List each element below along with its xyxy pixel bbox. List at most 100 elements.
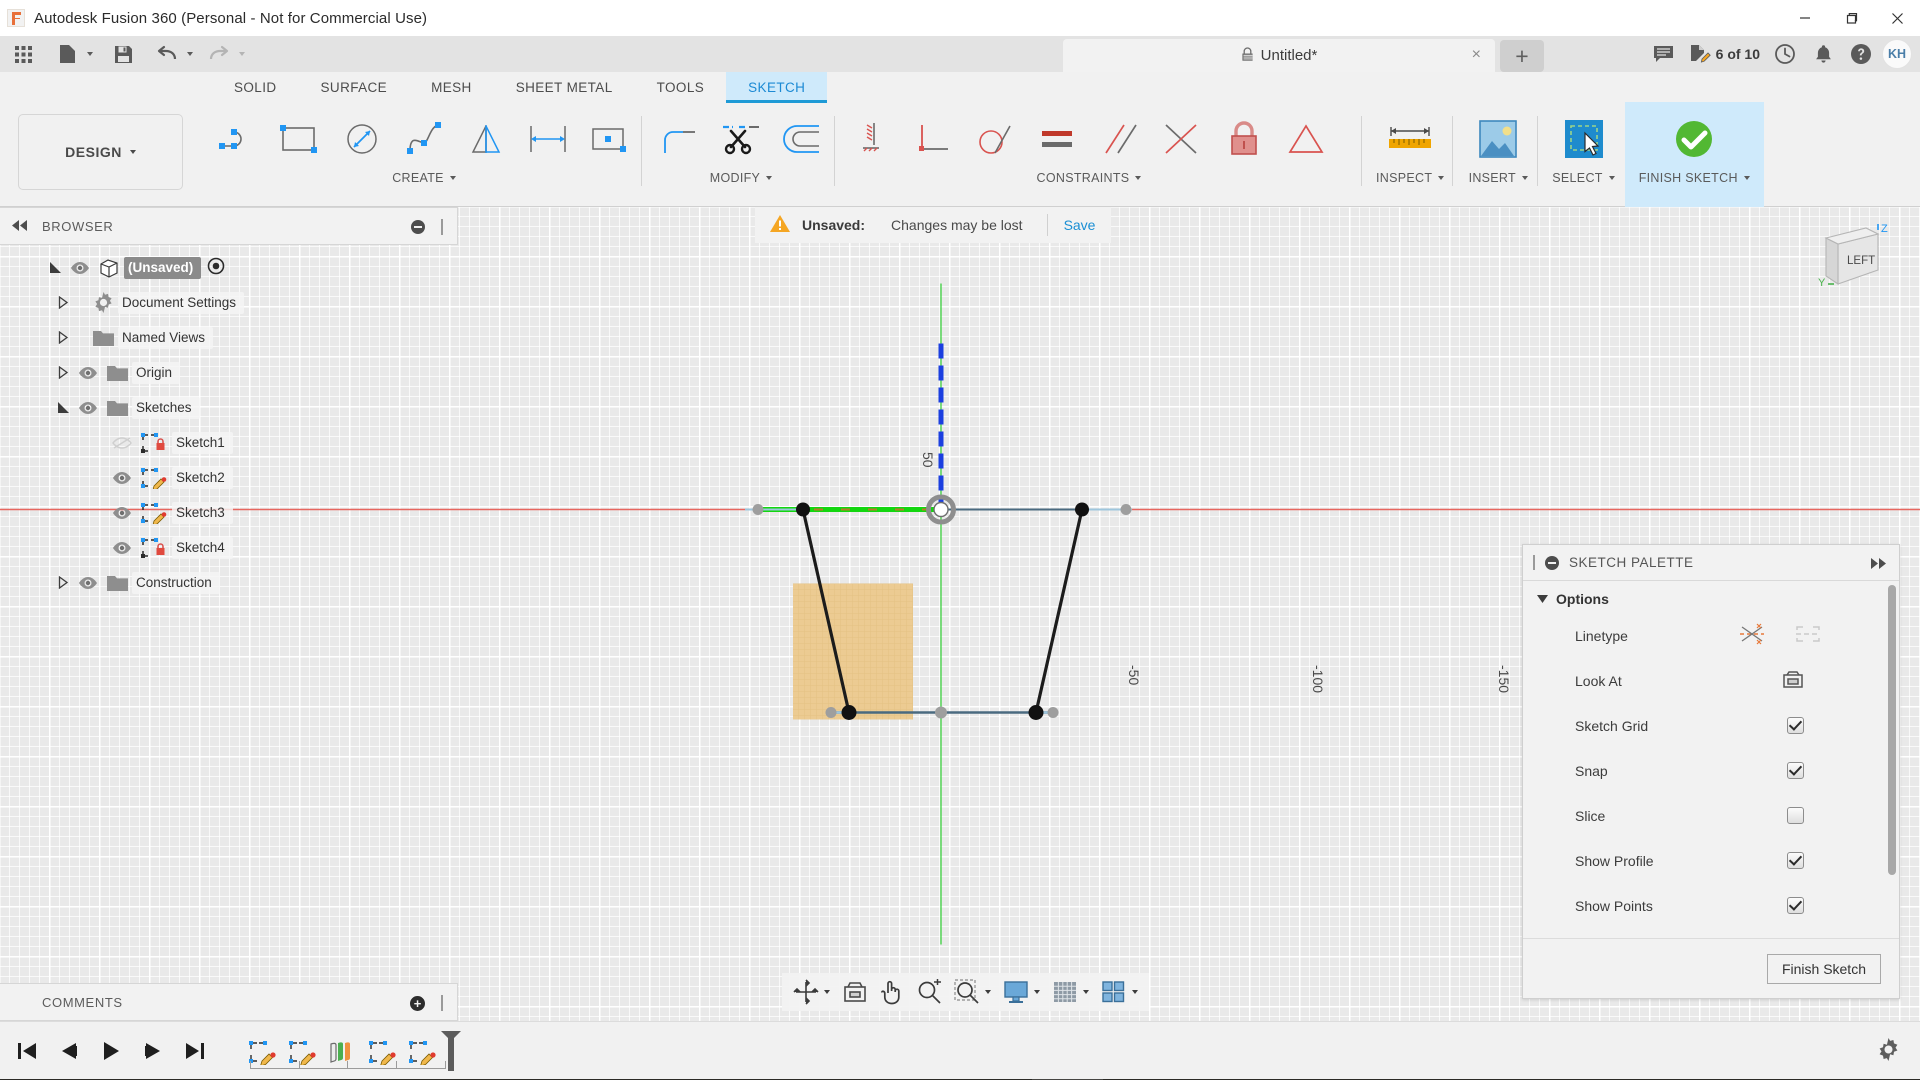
visibility-eye-icon[interactable] [74, 366, 102, 379]
visibility-eye-icon[interactable] [108, 471, 136, 484]
parallel-constraint[interactable] [1089, 110, 1151, 168]
show-profile-checkbox[interactable] [1787, 852, 1804, 869]
undo-dropdown[interactable] [182, 40, 196, 68]
save-link[interactable]: Save [1064, 217, 1112, 233]
zoom-button[interactable] [911, 975, 947, 1009]
panel-inspect-label[interactable]: INSPECT [1376, 171, 1445, 185]
timeline-settings-icon[interactable] [1877, 1038, 1900, 1064]
avatar[interactable]: KH [1882, 39, 1912, 69]
view-cube[interactable]: Z Y LEFT [1782, 222, 1892, 302]
minimize-button[interactable] [1782, 0, 1828, 36]
twisty-collapsed-icon[interactable] [52, 296, 74, 309]
notifications-bell-icon[interactable] [1806, 39, 1840, 69]
new-file-dropdown[interactable] [82, 40, 96, 68]
show-points-checkbox[interactable] [1787, 897, 1804, 914]
pan-button[interactable] [875, 975, 909, 1009]
show-data-panel-button[interactable] [8, 40, 38, 68]
midpoint-constraint[interactable] [1151, 110, 1213, 168]
play-button[interactable] [98, 1038, 124, 1064]
browser-item-origin[interactable]: Origin [0, 355, 458, 390]
browser-item-sketch1[interactable]: Sketch1 [0, 425, 458, 460]
trim-tool[interactable] [710, 110, 772, 168]
comments-panel[interactable]: COMMENTS + [0, 983, 458, 1021]
insert-image-tool[interactable] [1467, 110, 1529, 168]
twisty-expanded-icon[interactable] [52, 401, 74, 414]
activate-component-icon[interactable] [207, 257, 225, 278]
perpendicular-constraint[interactable] [903, 110, 965, 168]
save-button[interactable] [108, 40, 138, 68]
step-forward-button[interactable] [140, 1038, 166, 1064]
spline-tool[interactable] [393, 110, 455, 168]
browser-item-sketches[interactable]: Sketches [0, 390, 458, 425]
document-tab[interactable]: Untitled* × [1063, 39, 1495, 72]
panel-constraints-label[interactable]: CONSTRAINTS [1037, 171, 1142, 185]
browser-item-named-views[interactable]: Named Views [0, 320, 458, 355]
help-icon[interactable] [1844, 39, 1878, 69]
twisty-expanded-icon[interactable] [44, 261, 66, 274]
construction-linetype-icon[interactable] [1795, 624, 1821, 647]
browser-item-sketch2[interactable]: Sketch2 [0, 460, 458, 495]
panel-insert-label[interactable]: INSERT [1469, 171, 1528, 185]
tab-sheet-metal[interactable]: SHEET METAL [494, 72, 635, 102]
redo-button[interactable] [204, 40, 234, 68]
palette-collapse-icon[interactable] [1545, 555, 1559, 570]
add-comment-icon[interactable]: + [410, 996, 425, 1011]
rectangular-pattern-tool[interactable] [579, 110, 641, 168]
display-settings-button[interactable] [998, 975, 1045, 1009]
new-file-button[interactable] [52, 40, 82, 68]
panel-modify-label[interactable]: MODIFY [710, 171, 773, 185]
tab-mesh[interactable]: MESH [409, 72, 494, 102]
browser-item-construction[interactable]: Construction [0, 565, 458, 600]
grid-snaps-button[interactable] [1047, 975, 1094, 1009]
twisty-collapsed-icon[interactable] [52, 331, 74, 344]
comments-icon[interactable] [1647, 39, 1681, 69]
circle-tool[interactable] [331, 110, 393, 168]
select-tool[interactable] [1553, 110, 1615, 168]
twisty-collapsed-icon[interactable] [52, 576, 74, 589]
panel-create-label[interactable]: CREATE [392, 171, 456, 185]
visibility-eye-icon[interactable] [66, 261, 94, 274]
sketch-grid-checkbox[interactable] [1787, 717, 1804, 734]
browser-collapse-icon[interactable] [411, 220, 425, 234]
workspace-switcher[interactable]: DESIGN [18, 114, 183, 190]
finish-sketch-button[interactable]: Finish Sketch [1766, 953, 1881, 984]
tab-tools[interactable]: TOOLS [635, 72, 727, 102]
recent-clock-icon[interactable] [1768, 39, 1802, 69]
tangent-constraint[interactable] [965, 110, 1027, 168]
jobs-status[interactable]: 6 of 10 [1685, 44, 1764, 64]
normal-linetype-icon[interactable] [1739, 622, 1765, 649]
visibility-hidden-icon[interactable] [108, 436, 136, 450]
finish-sketch-tool[interactable] [1663, 110, 1725, 168]
browser-grip[interactable] [441, 219, 443, 235]
tab-solid[interactable]: SOLID [212, 72, 299, 102]
palette-expand-icon[interactable] [1870, 557, 1887, 572]
browser-item-unsaved[interactable]: (Unsaved) [0, 250, 458, 285]
equal-constraint[interactable] [1027, 110, 1089, 168]
panel-select-label[interactable]: SELECT [1552, 171, 1615, 185]
maximize-button[interactable] [1828, 0, 1874, 36]
browser-item-sketch3[interactable]: Sketch3 [0, 495, 458, 530]
viewports-button[interactable] [1096, 975, 1143, 1009]
visibility-eye-icon[interactable] [108, 506, 136, 519]
zoom-window-button[interactable] [949, 975, 996, 1009]
snap-checkbox[interactable] [1787, 762, 1804, 779]
undo-button[interactable] [152, 40, 182, 68]
tab-sketch[interactable]: SKETCH [726, 72, 828, 103]
orbit-button[interactable] [788, 975, 835, 1009]
browser-item-document-settings[interactable]: Document Settings [0, 285, 458, 320]
symmetry-constraint[interactable] [1275, 110, 1337, 168]
visibility-eye-icon[interactable] [74, 576, 102, 589]
step-back-button[interactable] [56, 1038, 82, 1064]
go-to-end-button[interactable] [182, 1038, 208, 1064]
close-button[interactable] [1874, 0, 1920, 36]
panel-finish-sketch-label[interactable]: FINISH SKETCH [1639, 171, 1750, 185]
look-at-button[interactable] [837, 975, 873, 1009]
new-tab-button[interactable]: + [1500, 40, 1544, 72]
comments-grip[interactable] [441, 995, 443, 1011]
redo-dropdown[interactable] [234, 40, 248, 68]
visibility-eye-icon[interactable] [74, 401, 102, 414]
slice-checkbox[interactable] [1787, 807, 1804, 824]
twisty-collapsed-icon[interactable] [52, 366, 74, 379]
visibility-eye-icon[interactable] [108, 541, 136, 554]
collapse-left-icon[interactable] [12, 219, 28, 234]
